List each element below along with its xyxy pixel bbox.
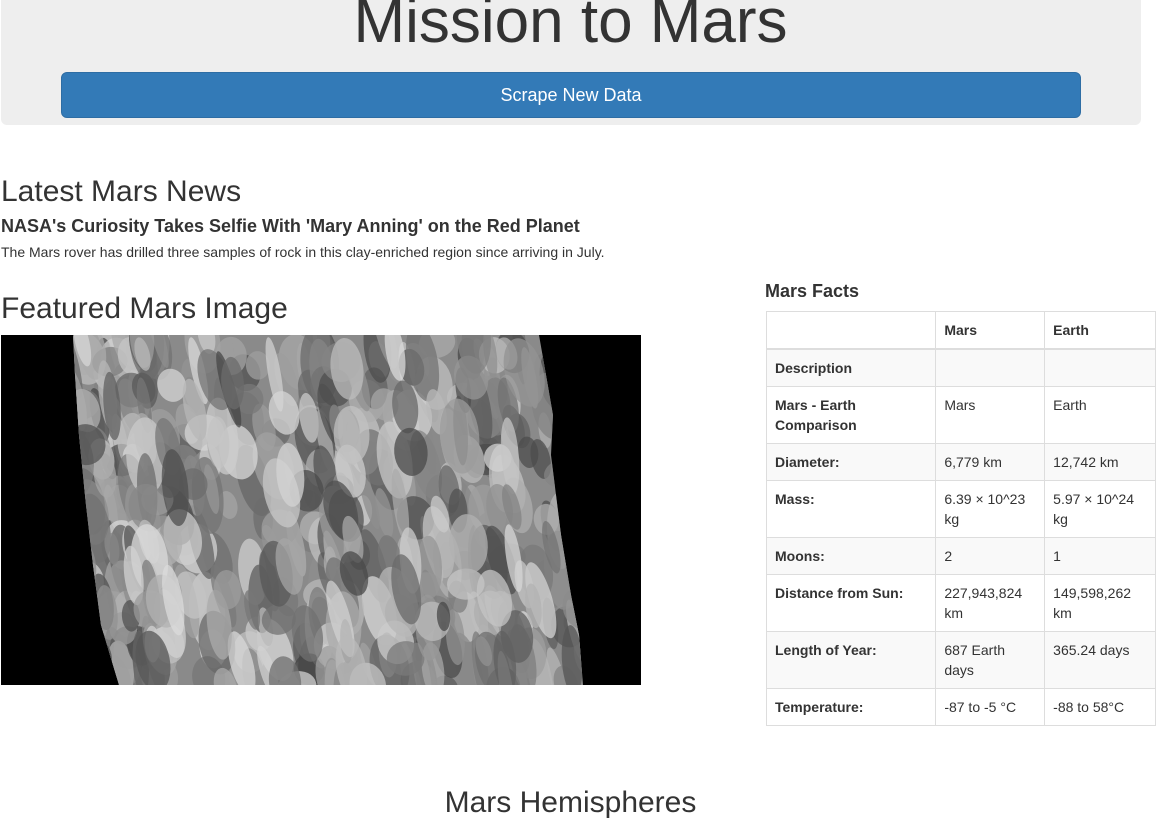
table-row: Length of Year: 687 Earth days 365.24 da… xyxy=(765,631,1156,689)
row-label: Mass: xyxy=(765,480,937,538)
table-row: Diameter: 6,779 km 12,742 km xyxy=(765,443,1156,481)
row-label: Distance from Sun: xyxy=(765,574,937,632)
page-title: Mission to Mars xyxy=(353,0,788,56)
mars-value: Mars xyxy=(935,386,1046,444)
news-paragraph: The Mars rover has drilled three samples… xyxy=(1,244,605,260)
earth-value: 12,742 km xyxy=(1044,443,1156,481)
mars-value: 227,943,824 km xyxy=(935,574,1046,632)
row-label: Diameter: xyxy=(765,443,937,481)
table-row: Mars - Earth Comparison Mars Earth xyxy=(765,386,1156,444)
earth-value: 365.24 days xyxy=(1044,631,1156,689)
table-header-row: Mars Earth xyxy=(765,311,1156,350)
earth-value: 149,598,262 km xyxy=(1044,574,1156,632)
table-row: Moons: 2 1 xyxy=(765,537,1156,575)
hemispheres-heading: Mars Hemispheres xyxy=(444,786,697,819)
scrape-new-data-button[interactable]: Scrape New Data xyxy=(61,72,1081,118)
table-row: Distance from Sun: 227,943,824 km 149,59… xyxy=(765,574,1156,632)
header-cell-blank xyxy=(765,311,937,350)
mars-value: 687 Earth days xyxy=(935,631,1046,689)
earth-value: Earth xyxy=(1044,386,1156,444)
row-label: Temperature: xyxy=(765,688,937,726)
table-row: Mass: 6.39 × 10^23 kg 5.97 × 10^24 kg xyxy=(765,480,1156,538)
earth-value xyxy=(1044,348,1156,387)
header-cell-earth: Earth xyxy=(1044,311,1156,350)
news-heading: Latest Mars News xyxy=(1,175,242,208)
row-label: Description xyxy=(765,348,937,387)
mars-value: -87 to -5 °C xyxy=(935,688,1046,726)
earth-value: 5.97 × 10^24 kg xyxy=(1044,480,1156,538)
mars-dunes-image xyxy=(1,335,641,685)
earth-value: 1 xyxy=(1044,537,1156,575)
news-title: NASA's Curiosity Takes Selfie With 'Mary… xyxy=(1,216,580,236)
row-label: Length of Year: xyxy=(765,631,937,689)
mars-value: 6.39 × 10^23 kg xyxy=(935,480,1046,538)
mars-facts-table: Mars Earth Description Mars - Earth Comp… xyxy=(765,311,1156,726)
mars-value: 2 xyxy=(935,537,1046,575)
table-row: Temperature: -87 to -5 °C -88 to 58°C xyxy=(765,688,1156,726)
row-label: Moons: xyxy=(765,537,937,575)
mars-facts-heading: Mars Facts xyxy=(765,281,860,301)
featured-image-heading: Featured Mars Image xyxy=(1,292,288,325)
mars-value xyxy=(935,348,1046,387)
earth-value: -88 to 58°C xyxy=(1044,688,1156,726)
table-row: Description xyxy=(765,348,1156,387)
mars-value: 6,779 km xyxy=(935,443,1046,481)
header-cell-mars: Mars xyxy=(935,311,1046,350)
row-label: Mars - Earth Comparison xyxy=(765,386,937,444)
featured-mars-image xyxy=(1,335,641,685)
